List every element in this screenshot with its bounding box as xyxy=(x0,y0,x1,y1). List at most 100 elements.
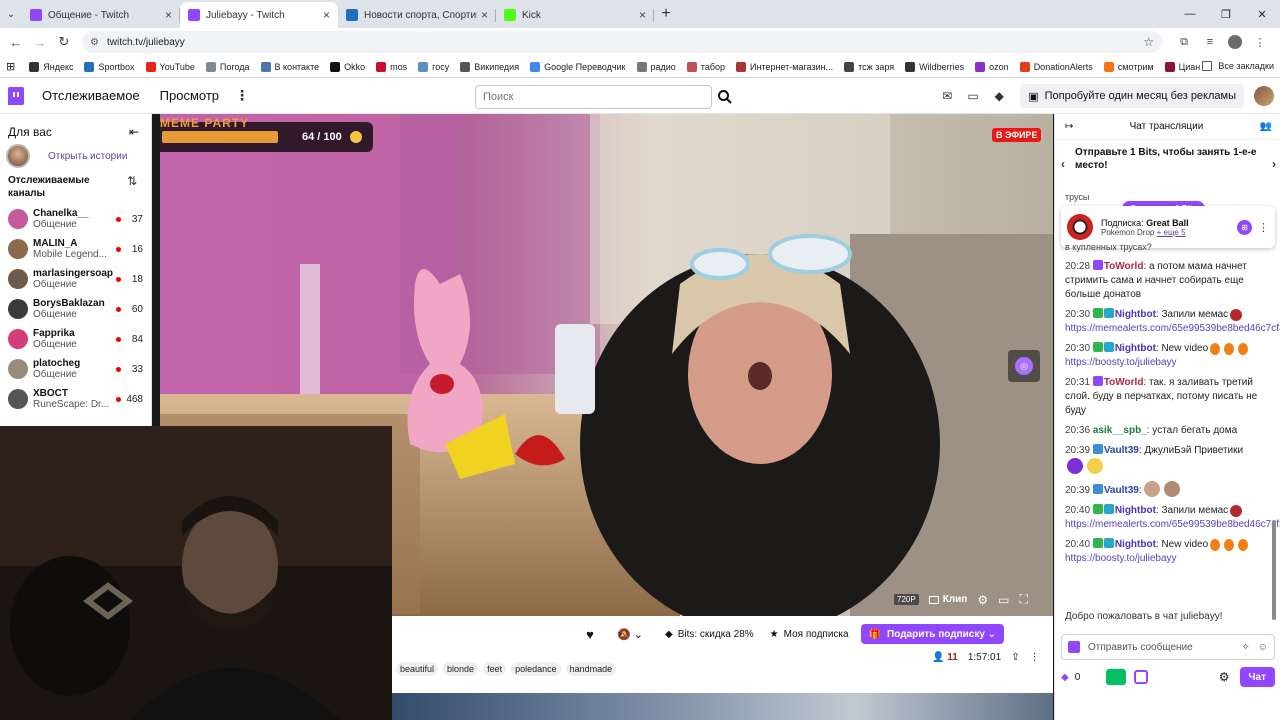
tab-search-icon[interactable]: ⌄ xyxy=(0,0,22,28)
bookmark-item[interactable]: DonationAlerts xyxy=(1019,61,1093,72)
bits-balance[interactable]: ◆ 0 xyxy=(1061,672,1080,683)
emoji-icon[interactable]: ☺ xyxy=(1258,642,1268,653)
search-button[interactable] xyxy=(713,85,737,109)
chat-link[interactable]: https://memealerts.com/65e99539be8bed46c… xyxy=(1065,519,1280,530)
bookmark-item[interactable]: Погода xyxy=(205,61,250,72)
chat-input[interactable]: Отправить сообщение ✧ ☺ xyxy=(1061,634,1275,660)
whispers-icon[interactable]: ▭ xyxy=(960,89,986,103)
search-input[interactable] xyxy=(475,85,712,109)
stories-row[interactable]: Открыть истории xyxy=(0,142,151,170)
chat-username[interactable]: Nightbot xyxy=(1115,343,1156,354)
sidebar-channel[interactable]: XBOCT RuneScape: Dr... 468 xyxy=(0,384,151,414)
stream-tag[interactable]: beautiful xyxy=(396,662,439,676)
gift-subscription-button[interactable]: 🎁 Подарить подписку ⌄ xyxy=(860,624,1005,644)
bookmark-item[interactable]: Яндекс xyxy=(29,61,73,72)
sidebar-channel[interactable]: marlasingersoap Общение 18 xyxy=(0,264,151,294)
sidebar-channel[interactable]: MALIN_A Mobile Legend... 16 xyxy=(0,234,151,264)
chat-username[interactable]: Nightbot xyxy=(1115,309,1156,320)
site-info-icon[interactable]: ⚙ xyxy=(90,37,99,48)
user-avatar[interactable] xyxy=(1254,86,1274,106)
bookmark-item[interactable]: тсж заря xyxy=(844,61,894,72)
bookmark-item[interactable]: Интернет-магазин... xyxy=(736,61,833,72)
browser-tab[interactable]: Новости спорта, Спортивная ж × xyxy=(338,2,496,28)
bookmark-star-icon[interactable]: ☆ xyxy=(1143,35,1154,49)
restore-icon[interactable]: ❐ xyxy=(1208,0,1244,28)
open-stories-link[interactable]: Открыть истории xyxy=(48,151,127,162)
url-field[interactable]: ⚙ twitch.tv/juliebayy ☆ xyxy=(82,31,1162,53)
forward-icon[interactable]: → xyxy=(28,35,52,50)
magic-wand-icon[interactable]: ✧ xyxy=(1241,642,1249,653)
twitch-logo-icon[interactable] xyxy=(8,86,24,105)
bookmark-item[interactable]: гоcy xyxy=(418,61,449,72)
browser-tab[interactable]: Общение - Twitch × xyxy=(22,2,180,28)
chat-link[interactable]: https://boosty.to/juliebayy xyxy=(1065,553,1177,564)
sort-icon[interactable]: ⇅ xyxy=(127,174,137,204)
inbox-icon[interactable]: ✉ xyxy=(934,89,960,103)
back-icon[interactable]: ← xyxy=(4,35,28,50)
close-window-icon[interactable]: ✕ xyxy=(1244,0,1280,28)
settings-icon[interactable]: ⚙ xyxy=(977,593,988,607)
browser-tab[interactable]: Kick × xyxy=(496,2,654,28)
chat-send-button[interactable]: Чат xyxy=(1239,667,1275,687)
more-options-icon[interactable]: ⋮ xyxy=(1030,652,1040,663)
chat-scrollbar[interactable] xyxy=(1272,520,1276,620)
bookmark-item[interactable]: Википедия xyxy=(460,61,519,72)
more-menu-icon[interactable]: ⋮ xyxy=(235,87,249,104)
chat-username[interactable]: Vault39 xyxy=(1104,445,1139,456)
share-icon[interactable]: ⇪ xyxy=(1011,652,1019,663)
nav-browse[interactable]: Просмотр xyxy=(160,88,219,103)
clip-button[interactable]: Клип xyxy=(928,594,967,605)
apps-icon[interactable]: ⊞ xyxy=(6,60,15,73)
follow-heart-icon[interactable]: ♥ xyxy=(577,627,603,642)
new-tab-button[interactable]: + xyxy=(654,2,678,28)
fullscreen-icon[interactable]: ⛶ xyxy=(1019,592,1027,607)
all-bookmarks[interactable]: Все закладки xyxy=(1202,61,1274,71)
stream-tag[interactable]: feet xyxy=(483,662,507,676)
bookmark-item[interactable]: Sportbox xyxy=(84,61,135,72)
stream-tag[interactable]: handmade xyxy=(565,662,617,676)
chat-username[interactable]: ToWorld xyxy=(1104,261,1144,272)
notifications-bell-icon[interactable]: 🔕 ⌄ xyxy=(617,628,643,641)
bookmark-item[interactable]: табор xyxy=(686,61,725,72)
no-ads-promo-button[interactable]: ▣ Попробуйте один месяц без рекламы xyxy=(1020,84,1244,108)
minimize-icon[interactable]: — xyxy=(1172,0,1208,28)
chat-username[interactable]: asik__spb_ xyxy=(1093,425,1147,436)
bookmark-item[interactable]: YouTube xyxy=(145,61,195,72)
stream-tag[interactable]: poledance xyxy=(511,662,561,676)
sidebar-channel[interactable]: Chanelka__ Общение 37 xyxy=(0,204,151,234)
gift-badge-icon[interactable]: ⊞ xyxy=(1237,219,1252,235)
bits-discount-button[interactable]: ◆ Bits: скидка 28% xyxy=(665,629,754,640)
collapse-sidebar-icon[interactable]: ⇤ xyxy=(129,125,139,139)
collapse-chat-icon[interactable]: ↦ xyxy=(1065,121,1073,132)
close-tab-icon[interactable]: × xyxy=(639,8,646,22)
nav-following[interactable]: Отслеживаемое xyxy=(42,88,140,103)
channel-points-icon[interactable] xyxy=(1106,669,1127,685)
sidebar-channel[interactable]: BorysBaklazan Общение 60 xyxy=(0,294,151,324)
bookmark-item[interactable]: mos xyxy=(376,61,407,72)
pinned-more-link[interactable]: + еще 5 xyxy=(1157,228,1186,237)
pinned-more-icon[interactable]: ⋮ xyxy=(1258,221,1269,234)
menu-icon[interactable]: ⋮ xyxy=(1252,36,1268,49)
close-tab-icon[interactable]: × xyxy=(165,8,172,22)
extension-overlay-button[interactable]: ◎ xyxy=(1008,350,1040,382)
chat-settings-icon[interactable]: ⚙ xyxy=(1219,670,1230,684)
sidebar-channel[interactable]: Fapprika Общение 84 xyxy=(0,324,151,354)
bookmark-item[interactable]: Циан xyxy=(1164,61,1200,72)
chat-link[interactable]: https://memealerts.com/65e99539be8bed46c… xyxy=(1065,323,1280,334)
close-tab-icon[interactable]: × xyxy=(481,8,488,22)
bookmark-item[interactable]: Okko xyxy=(330,61,365,72)
chat-username[interactable]: Nightbot xyxy=(1115,539,1156,550)
prime-icon[interactable]: ◆ xyxy=(986,89,1012,103)
gift-icon[interactable] xyxy=(1134,670,1149,684)
sidebar-channel[interactable]: platocheg Общение 33 xyxy=(0,354,151,384)
bookmark-item[interactable]: Google Переводчик xyxy=(530,61,626,72)
bookmark-item[interactable]: радио xyxy=(636,61,676,72)
theatre-mode-icon[interactable]: ▭ xyxy=(998,593,1009,607)
media-icon[interactable]: ≡ xyxy=(1202,36,1218,48)
bookmark-item[interactable]: Wildberries xyxy=(905,61,964,72)
bookmark-item[interactable]: ozon xyxy=(975,61,1009,72)
stream-tag[interactable]: blonde xyxy=(443,662,479,676)
community-icon[interactable]: 👥 xyxy=(1260,121,1272,132)
bookmark-item[interactable]: В контакте xyxy=(260,61,319,72)
banner-prev-icon[interactable]: ‹ xyxy=(1061,158,1065,171)
